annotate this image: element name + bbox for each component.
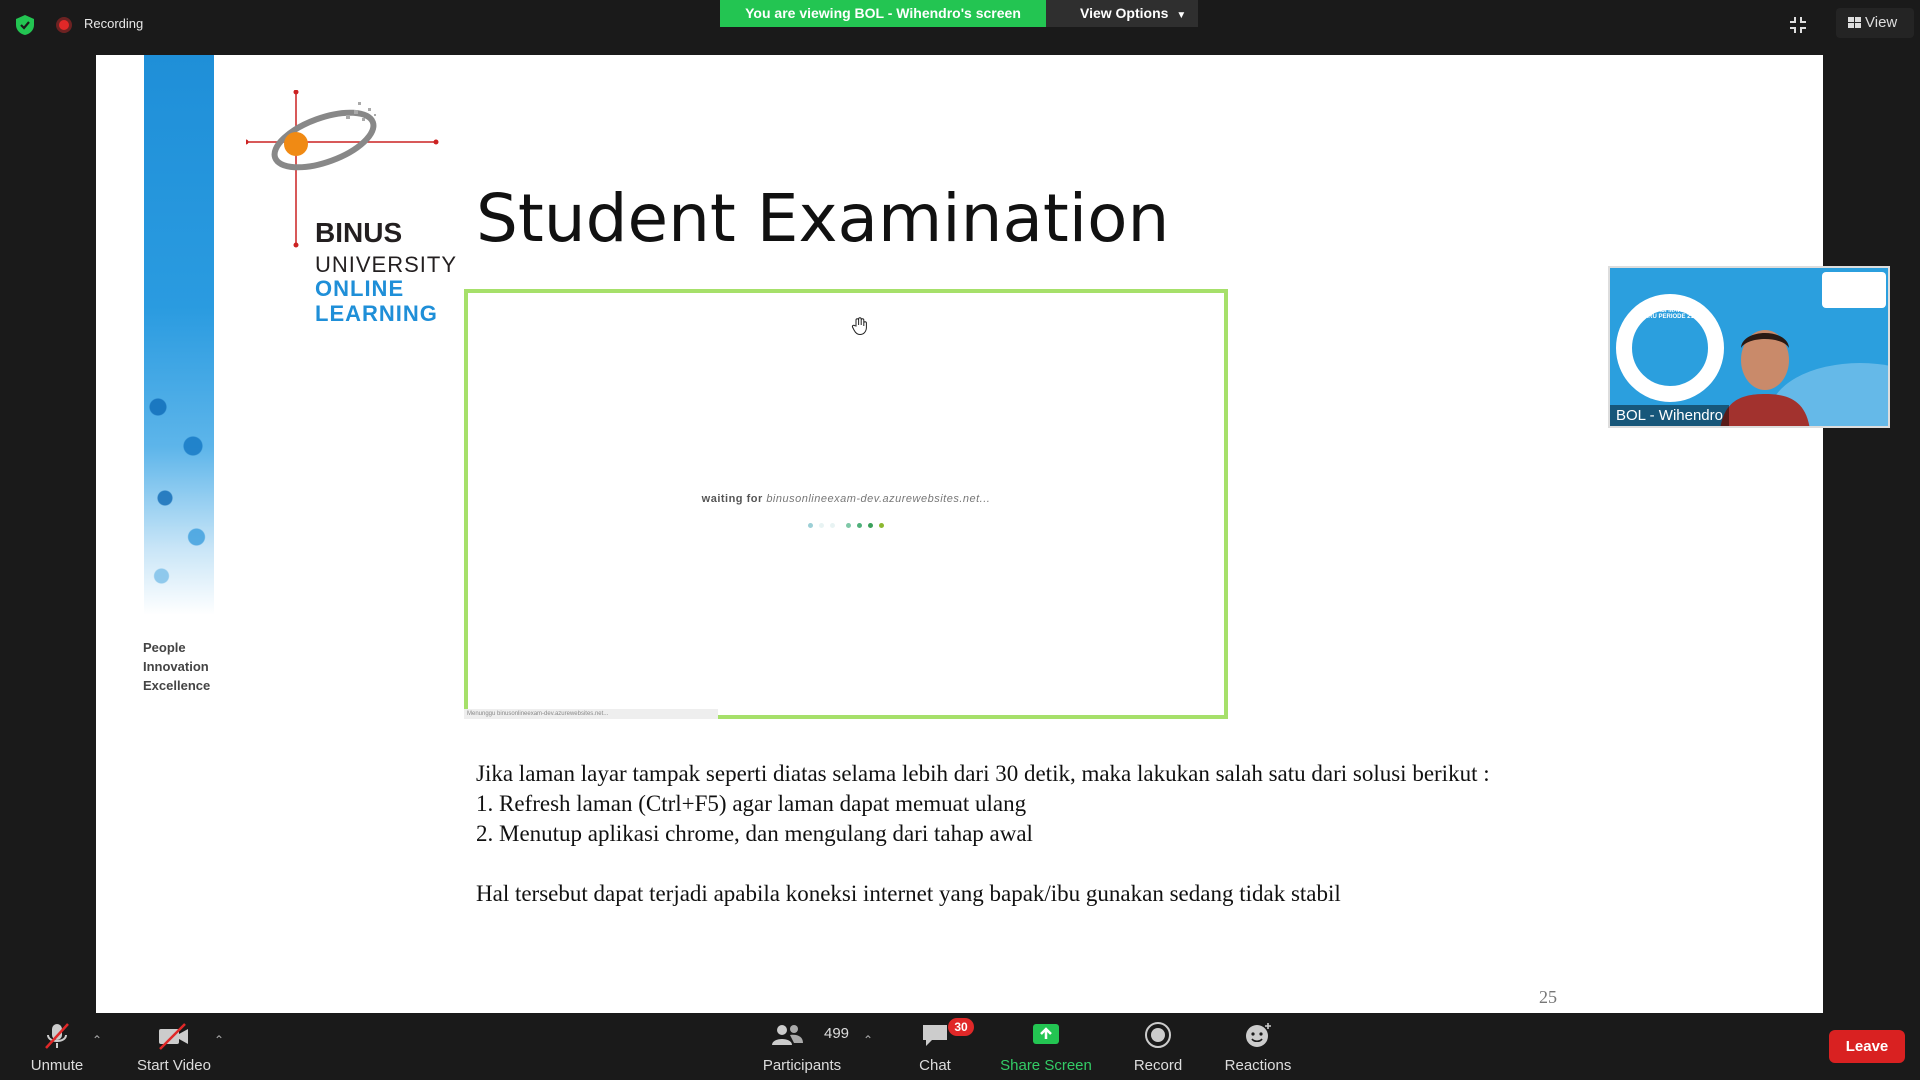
ring-text: ORIENTASI MAHASISWA BARU PERIODE 2122 xyxy=(1634,308,1706,320)
logo-learning-text: LEARNING xyxy=(315,301,438,326)
share-screen-button[interactable]: Share Screen xyxy=(996,1013,1096,1080)
chat-unread-badge: 30 xyxy=(948,1018,974,1036)
hand-cursor-icon xyxy=(851,317,867,336)
grid-icon xyxy=(1848,17,1861,28)
participants-label: Participants xyxy=(762,1057,842,1074)
loading-screenshot-frame: waiting for binusonlineexam-dev.azureweb… xyxy=(464,289,1228,719)
record-button[interactable]: Record xyxy=(1118,1013,1198,1080)
meeting-top-bar: Recording You are viewing BOL - Wihendro… xyxy=(0,0,1920,55)
presenter-avatar xyxy=(1720,330,1810,426)
reactions-button[interactable]: Reactions xyxy=(1216,1013,1300,1080)
chevron-down-icon: ▼ xyxy=(1176,10,1187,21)
exit-fullscreen-icon[interactable] xyxy=(1788,15,1808,35)
view-options-button[interactable]: View Options ▼ xyxy=(1046,0,1198,27)
record-label: Record xyxy=(1133,1057,1183,1074)
participants-count: 499 xyxy=(824,1025,850,1042)
participants-options-chevron-icon[interactable]: ⌃ xyxy=(863,1033,873,1047)
security-shield-icon[interactable] xyxy=(14,14,36,36)
logo-online-text: ONLINE xyxy=(315,276,405,301)
reactions-label: Reactions xyxy=(1224,1057,1292,1074)
recording-label: Recording xyxy=(84,16,144,31)
view-layout-button[interactable]: View xyxy=(1836,8,1914,38)
leave-button[interactable]: Leave xyxy=(1829,1030,1905,1063)
slide-page-number: 25 xyxy=(1539,987,1557,1007)
tagline: People Innovation Excellence xyxy=(143,640,211,693)
waiting-text: waiting for binusonlineexam-dev.azureweb… xyxy=(701,493,991,505)
video-options-chevron-icon[interactable]: ⌃ xyxy=(214,1033,224,1047)
shared-screen-slide: People Innovation Excellence BINUS UNIVE… xyxy=(96,55,1823,1013)
record-icon xyxy=(1145,1022,1171,1048)
loading-dots xyxy=(468,515,1224,533)
decorative-blue-strip xyxy=(144,55,214,615)
instruction-text: Jika laman layar tampak seperti diatas s… xyxy=(476,761,1490,906)
share-screen-icon xyxy=(1033,1024,1059,1044)
logo-binus-text: BINUS xyxy=(315,217,403,248)
unmute-button[interactable]: Unmute xyxy=(14,1013,100,1080)
chat-icon xyxy=(923,1025,947,1046)
logo-university-text: UNIVERSITY xyxy=(315,252,458,277)
audio-options-chevron-icon[interactable]: ⌃ xyxy=(92,1033,102,1047)
start-video-button[interactable]: Start Video xyxy=(126,1013,222,1080)
presenter-video-thumbnail[interactable]: ORIENTASI MAHASISWA BARU PERIODE 2122 BO… xyxy=(1608,266,1890,428)
recording-icon xyxy=(56,17,72,33)
start-video-label: Start Video xyxy=(137,1057,211,1074)
meeting-toolbar: Unmute ⌃ Start Video ⌃ 499 Participants … xyxy=(0,1013,1920,1080)
share-screen-label: Share Screen xyxy=(1000,1057,1092,1074)
slide-title: Student Examination xyxy=(476,180,1170,257)
binus-brand-logo xyxy=(1822,272,1886,308)
binus-logo: BINUS UNIVERSITY ONLINE LEARNING xyxy=(246,90,466,330)
view-label: View xyxy=(1865,14,1898,31)
presenter-name: BOL - Wihendro xyxy=(1610,405,1729,426)
microphone-muted-icon xyxy=(45,1023,69,1049)
participants-button[interactable]: 499 Participants xyxy=(754,1013,850,1080)
chat-label: Chat xyxy=(919,1057,951,1074)
participants-icon xyxy=(771,1025,803,1045)
browser-status-bar: Menunggu binusonlineexam-dev.azurewebsit… xyxy=(464,709,718,719)
chat-button[interactable]: 30 Chat xyxy=(900,1013,974,1080)
unmute-label: Unmute xyxy=(30,1057,84,1074)
viewing-screen-banner: You are viewing BOL - Wihendro's screen xyxy=(720,0,1046,27)
video-off-icon xyxy=(159,1023,188,1050)
view-options-label: View Options xyxy=(1080,5,1169,21)
reactions-smiley-icon xyxy=(1246,1023,1271,1047)
